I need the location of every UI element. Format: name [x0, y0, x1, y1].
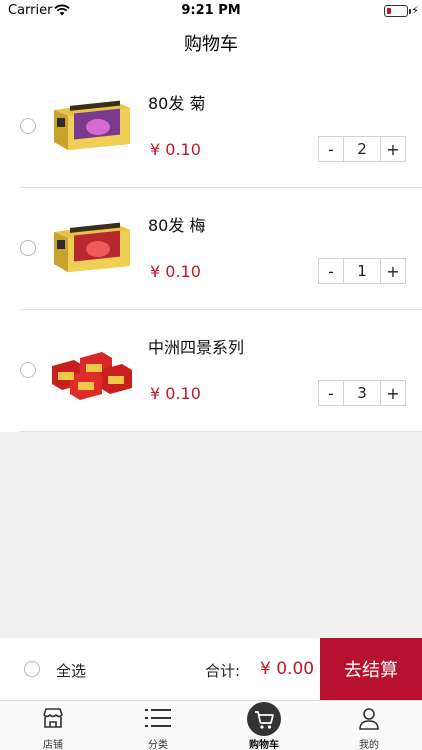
tab-store[interactable]: 店铺 [0, 701, 106, 750]
total-label: 合计: [205, 662, 241, 680]
quantity-stepper: - 3 + [318, 380, 406, 406]
product-image[interactable] [50, 92, 134, 156]
tab-category[interactable]: 分类 [105, 701, 211, 750]
store-icon [43, 708, 63, 728]
quantity-value[interactable]: 2 [344, 137, 380, 161]
product-price: ¥ 0.10 [150, 262, 201, 281]
item-select-radio[interactable] [20, 240, 36, 256]
battery-icon [384, 5, 411, 17]
increase-button[interactable]: + [380, 381, 405, 405]
list-icon [145, 709, 171, 727]
page-title: 购物车 [184, 34, 238, 55]
item-select-radio[interactable] [20, 118, 36, 134]
tab-profile[interactable]: 我的 [316, 701, 422, 750]
quantity-value[interactable]: 3 [344, 381, 380, 405]
product-name: 80发 梅 [148, 216, 206, 235]
decrease-button[interactable]: - [319, 381, 344, 405]
increase-button[interactable]: + [380, 137, 405, 161]
empty-area [0, 432, 422, 638]
product-name: 中洲四景系列 [148, 338, 245, 357]
status-time: 9:21 PM [181, 3, 241, 18]
status-bar: Carrier 9:21 PM ⚡ [0, 0, 422, 22]
cart-icon [247, 702, 281, 736]
quantity-stepper: - 2 + [318, 136, 406, 162]
charging-bolt-icon: ⚡ [411, 4, 419, 17]
decrease-button[interactable]: - [319, 137, 344, 161]
product-price: ¥ 0.10 [150, 140, 201, 159]
item-select-radio[interactable] [20, 362, 36, 378]
tab-label: 店铺 [43, 740, 63, 750]
checkout-bar: 全选 合计: ¥ 0.00 去结算 [0, 638, 422, 700]
cart-list: 80发 菊 ¥ 0.10 - 2 + 80发 梅 ¥ 0.10 - 1 + 中洲… [0, 66, 422, 432]
select-all-radio[interactable] [24, 661, 40, 677]
quantity-value[interactable]: 1 [344, 259, 380, 283]
tab-cart[interactable]: 购物车 [211, 701, 317, 750]
tab-bar: 店铺 分类 购物车 我的 [0, 700, 422, 750]
user-icon [359, 708, 379, 730]
decrease-button[interactable]: - [319, 259, 344, 283]
product-image[interactable] [50, 336, 134, 400]
tab-label: 我的 [359, 740, 379, 750]
cart-item: 80发 梅 ¥ 0.10 - 1 + [0, 188, 422, 310]
tab-label: 分类 [148, 740, 168, 750]
product-image[interactable] [50, 214, 134, 278]
select-all-label[interactable]: 全选 [56, 660, 86, 681]
tab-label: 购物车 [249, 740, 279, 750]
checkout-button[interactable]: 去结算 [320, 638, 422, 700]
total-value: ¥ 0.00 [260, 659, 315, 679]
product-price: ¥ 0.10 [150, 384, 201, 403]
cart-item: 中洲四景系列 ¥ 0.10 - 3 + [0, 310, 422, 432]
product-name: 80发 菊 [148, 94, 206, 113]
cart-item: 80发 菊 ¥ 0.10 - 2 + [0, 66, 422, 188]
quantity-stepper: - 1 + [318, 258, 406, 284]
increase-button[interactable]: + [380, 259, 405, 283]
